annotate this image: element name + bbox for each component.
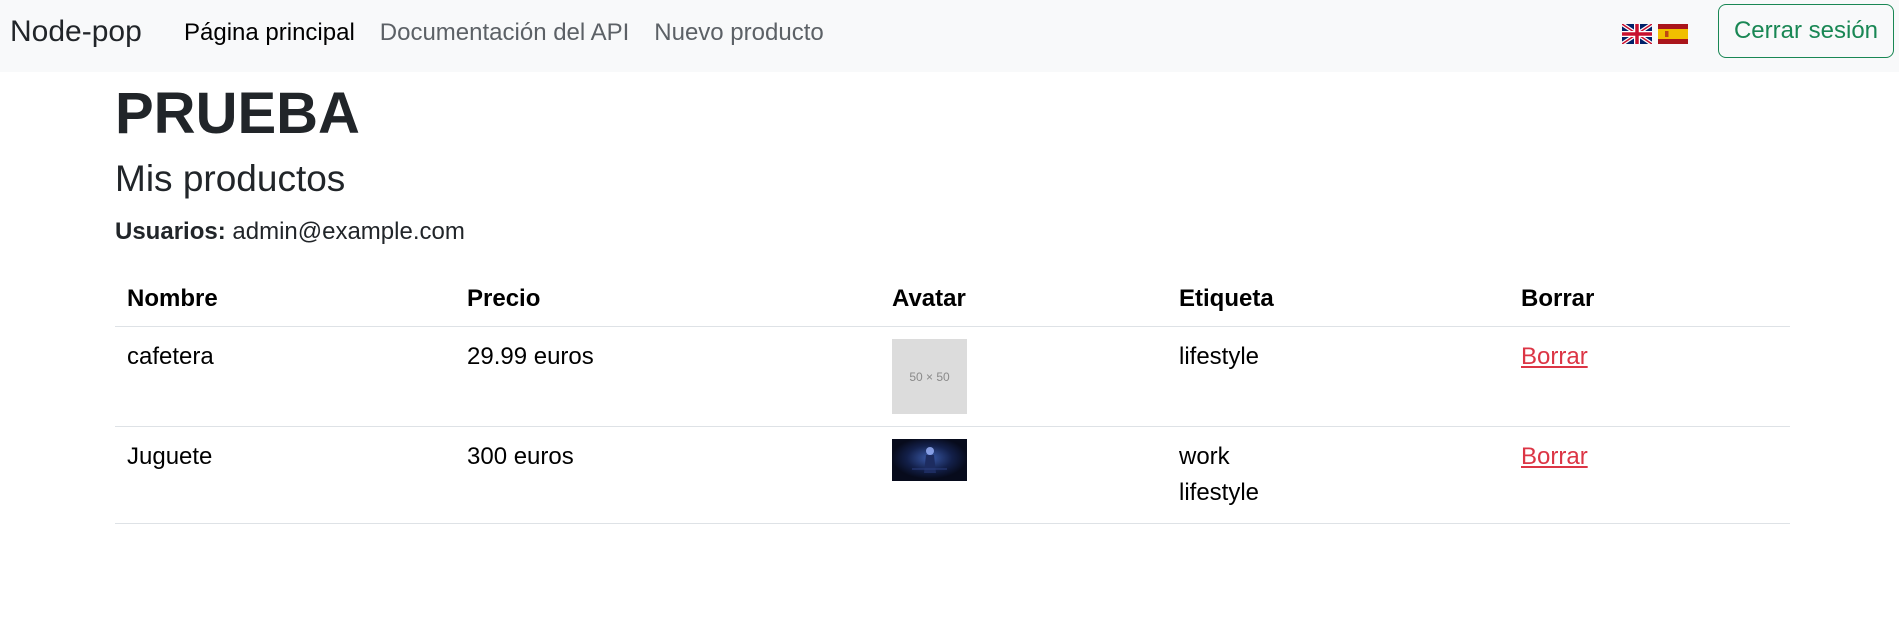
- nav-links: Página principal Documentación del API N…: [184, 18, 849, 48]
- products-table-wrapper: Nombre Precio Avatar Etiqueta Borrar caf…: [115, 280, 1790, 524]
- cell-delete: Borrar: [1509, 426, 1790, 524]
- brand-logo[interactable]: Node-pop: [10, 14, 142, 50]
- tag-label: work: [1179, 443, 1230, 470]
- column-header-name: Nombre: [115, 280, 455, 327]
- avatar-image: [892, 439, 967, 481]
- column-header-tag: Etiqueta: [1167, 280, 1509, 327]
- cell-name: cafetera: [115, 326, 455, 427]
- cell-delete: Borrar: [1509, 326, 1790, 427]
- navbar: Node-pop Página principal Documentación …: [0, 0, 1899, 72]
- tag-label: lifestyle: [1179, 343, 1260, 370]
- delete-link[interactable]: Borrar: [1521, 443, 1588, 470]
- avatar-placeholder-image: 50 × 50: [892, 339, 967, 414]
- nav-link-new-product[interactable]: Nuevo producto: [654, 18, 848, 48]
- delete-link[interactable]: Borrar: [1521, 343, 1588, 370]
- logout-button[interactable]: Cerrar sesión: [1718, 4, 1894, 58]
- column-header-price: Precio: [455, 280, 880, 327]
- page-title: PRUEBA: [115, 81, 360, 146]
- users-value: admin@example.com: [232, 218, 465, 245]
- section-title: Mis productos: [115, 158, 346, 199]
- users-label: Usuarios:: [115, 218, 226, 245]
- tag-label: lifestyle: [1179, 479, 1260, 506]
- cell-name: Juguete: [115, 426, 455, 524]
- nav-link-home[interactable]: Página principal: [184, 18, 380, 48]
- column-header-avatar: Avatar: [880, 280, 1167, 327]
- cell-avatar: [880, 426, 1167, 524]
- cell-price: 29.99 euros: [455, 326, 880, 427]
- cell-avatar: 50 × 50: [880, 326, 1167, 427]
- products-table: Nombre Precio Avatar Etiqueta Borrar caf…: [115, 280, 1790, 524]
- cell-tags: lifestyle: [1167, 326, 1509, 427]
- table-row: Juguete 300 euros work lifestyle Borrar: [115, 426, 1790, 524]
- table-row: cafetera 29.99 euros 50 × 50 lifestyle B…: [115, 326, 1790, 427]
- nav-link-api-docs[interactable]: Documentación del API: [380, 18, 654, 48]
- column-header-delete: Borrar: [1509, 280, 1790, 327]
- users-line: Usuarios: admin@example.com: [115, 217, 465, 247]
- cell-price: 300 euros: [455, 426, 880, 524]
- uk-flag-icon[interactable]: [1622, 24, 1652, 44]
- language-switcher: [1622, 24, 1688, 44]
- cell-tags: work lifestyle: [1167, 426, 1509, 524]
- spain-flag-icon[interactable]: [1658, 24, 1688, 44]
- table-header-row: Nombre Precio Avatar Etiqueta Borrar: [115, 280, 1790, 327]
